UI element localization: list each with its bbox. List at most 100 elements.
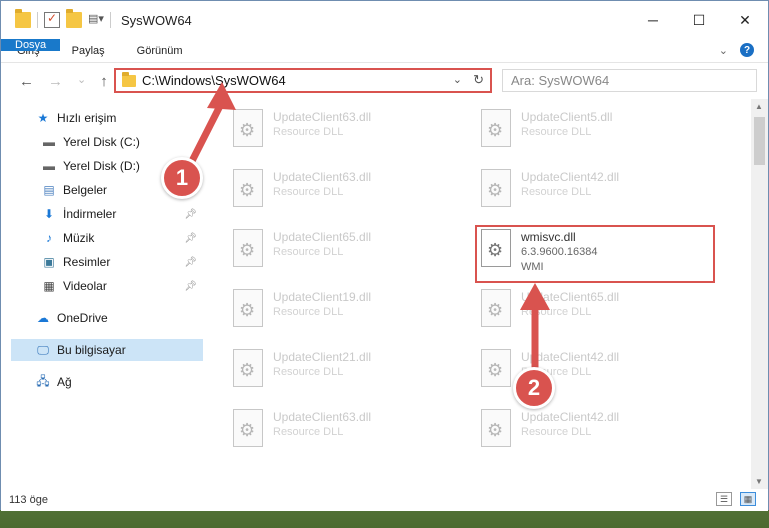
pin-icon[interactable]: 📌︎	[184, 257, 197, 268]
sidebar-item-this-pc[interactable]: 🖵︎ Bu bilgisayar	[11, 339, 203, 361]
vertical-scrollbar[interactable]: ▲ ▼	[751, 99, 768, 489]
dll-file-icon	[233, 229, 263, 267]
sidebar-item-pictures[interactable]: ▣ Resimler 📌︎	[41, 251, 203, 273]
file-name: UpdateClient5.dll	[521, 110, 613, 124]
file-item[interactable]: UpdateClient21.dll Resource DLL	[233, 349, 371, 387]
documents-icon: ▤	[43, 183, 55, 197]
quick-access-toolbar: ▤▾	[15, 9, 111, 28]
scroll-up-icon[interactable]: ▲	[755, 102, 763, 111]
scroll-thumb[interactable]	[754, 117, 765, 165]
toolbar-separator	[37, 12, 38, 28]
forward-button[interactable]: →	[48, 73, 63, 90]
network-icon: 🖧︎	[36, 373, 50, 388]
file-item[interactable]: UpdateClient65.dll Resource DLL	[481, 289, 619, 327]
file-description: Resource DLL	[521, 306, 592, 318]
music-icon: ♪	[46, 231, 52, 245]
sidebar-item-label: Videolar	[63, 279, 107, 293]
pin-icon[interactable]: 📌︎	[184, 233, 197, 244]
refresh-icon[interactable]: ↻	[473, 72, 484, 88]
dll-file-icon	[481, 349, 511, 387]
file-description: Resource DLL	[273, 186, 344, 198]
drive-icon: ▬	[43, 159, 55, 173]
file-item[interactable]: UpdateClient63.dll Resource DLL	[233, 409, 371, 447]
recent-locations-button[interactable]: ⌄	[77, 73, 86, 90]
pictures-icon: ▣	[43, 255, 55, 269]
explorer-window: ▤▾ SysWOW64 ─ ☐ ✕ Dosya Giriş Paylaş Gör…	[0, 0, 769, 511]
new-folder-icon[interactable]	[66, 9, 82, 28]
dll-file-icon	[481, 289, 511, 327]
dll-file-icon	[233, 109, 263, 147]
file-description: Resource DLL	[273, 126, 344, 138]
download-icon: ⬇	[43, 207, 55, 221]
up-button[interactable]: ↑	[100, 73, 108, 90]
file-description: Resource DLL	[273, 426, 344, 438]
sidebar-item-label: OneDrive	[57, 311, 108, 325]
dll-file-icon	[233, 289, 263, 327]
file-item[interactable]: UpdateClient63.dll Resource DLL	[233, 169, 371, 207]
file-item[interactable]: UpdateClient42.dll Resource DLL	[481, 169, 619, 207]
help-icon[interactable]: ?	[740, 43, 754, 57]
file-item[interactable]: UpdateClient42.dll Resource DLL	[481, 409, 619, 447]
title-bar: ▤▾ SysWOW64 ─ ☐ ✕	[1, 1, 768, 39]
sidebar-item-label: Yerel Disk (D:)	[63, 159, 140, 173]
drive-icon: ▬	[43, 135, 55, 149]
file-description: Resource DLL	[273, 306, 344, 318]
sidebar-item-music[interactable]: ♪ Müzik 📌︎	[41, 227, 203, 249]
sidebar-item-videos[interactable]: ▦ Videolar 📌︎	[41, 275, 203, 297]
file-name: UpdateClient63.dll	[273, 110, 372, 124]
close-button[interactable]: ✕	[722, 1, 768, 39]
file-name: UpdateClient63.dll	[273, 410, 372, 424]
scroll-down-icon[interactable]: ▼	[755, 477, 763, 486]
navigation-buttons: ← → ⌄ ↑	[19, 73, 108, 90]
file-list: UpdateClient63.dll Resource DLL UpdateCli…	[207, 99, 739, 489]
file-item[interactable]: UpdateClient63.dll Resource DLL	[233, 109, 371, 147]
file-name: UpdateClient65.dll	[521, 290, 620, 304]
sidebar-item-label: Belgeler	[63, 183, 108, 197]
tab-share[interactable]: Paylaş	[56, 39, 121, 62]
pin-icon[interactable]: 📌︎	[184, 281, 197, 292]
step-badge-1: 1	[161, 157, 203, 199]
file-name: UpdateClient63.dll	[273, 170, 372, 184]
dll-file-icon	[233, 409, 263, 447]
videos-icon: ▦	[43, 279, 55, 293]
file-description: Resource DLL	[273, 366, 344, 378]
status-bar: 113 öge ☰ ▦	[1, 489, 768, 511]
file-description: Resource DLL	[521, 186, 592, 198]
tab-file[interactable]: Dosya	[1, 39, 61, 51]
file-item[interactable]: UpdateClient65.dll Resource DLL	[233, 229, 371, 267]
computer-icon: 🖵︎	[37, 342, 49, 357]
sidebar-item-downloads[interactable]: ⬇ İndirmeler 📌︎	[41, 203, 203, 225]
address-dropdown-icon[interactable]: ⌄	[453, 73, 462, 86]
address-bar[interactable]: C:\Windows\SysWOW64 ⌄ ↻	[114, 68, 492, 93]
file-description: Resource DLL	[273, 246, 344, 258]
toolbar-separator	[110, 12, 111, 28]
file-item[interactable]: UpdateClient19.dll Resource DLL	[233, 289, 371, 327]
address-path[interactable]: C:\Windows\SysWOW64	[142, 73, 286, 88]
ribbon-tabs: Dosya Giriş Paylaş Görünüm ⌄ ?	[1, 39, 768, 63]
search-input[interactable]: Ara: SysWOW64	[502, 69, 757, 92]
large-icons-view-icon[interactable]: ▦	[740, 492, 756, 506]
file-name: UpdateClient42.dll	[521, 410, 620, 424]
file-item[interactable]: UpdateClient5.dll Resource DLL	[481, 109, 612, 147]
chevron-down-icon[interactable]: ⌄	[719, 44, 728, 57]
file-name: UpdateClient19.dll	[273, 290, 372, 304]
pin-icon[interactable]: 📌︎	[184, 209, 197, 220]
details-view-icon[interactable]: ☰	[716, 492, 732, 506]
tab-view[interactable]: Görünüm	[121, 39, 199, 62]
back-button[interactable]: ←	[19, 73, 34, 90]
star-icon: ★	[37, 111, 49, 125]
step-badge-2: 2	[513, 367, 555, 409]
folder-icon[interactable]	[15, 9, 31, 28]
file-description: Resource DLL	[521, 126, 592, 138]
file-name: UpdateClient42.dll	[521, 350, 620, 364]
file-name: UpdateClient65.dll	[273, 230, 372, 244]
window-controls: ─ ☐ ✕	[630, 1, 768, 39]
highlight-box	[475, 225, 715, 283]
properties-icon[interactable]	[44, 11, 60, 28]
minimize-button[interactable]: ─	[630, 1, 676, 39]
maximize-button[interactable]: ☐	[676, 1, 722, 39]
sidebar-item-label: Bu bilgisayar	[57, 343, 126, 357]
file-description: Resource DLL	[521, 426, 592, 438]
dll-file-icon	[233, 169, 263, 207]
customize-toolbar-icon[interactable]: ▤▾	[88, 12, 104, 28]
